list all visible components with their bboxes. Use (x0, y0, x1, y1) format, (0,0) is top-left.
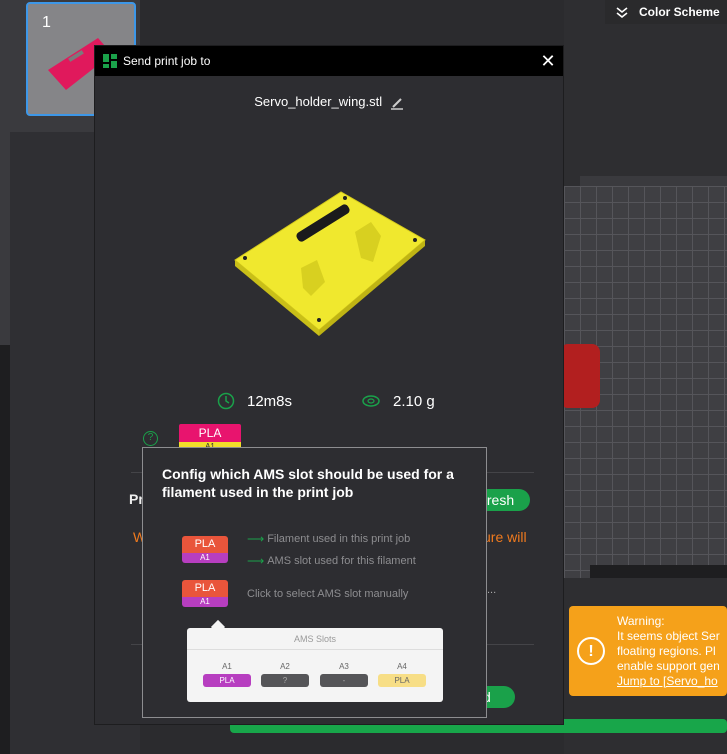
refresh-label: fresh (483, 492, 515, 508)
filament-tag-type: PLA (198, 426, 222, 440)
ams-slot-a3[interactable]: A3 - (320, 662, 368, 687)
more-dots: ... (487, 584, 497, 596)
edit-pencil-icon[interactable] (390, 96, 404, 110)
color-scheme-bar[interactable]: Color Scheme (605, 0, 727, 24)
print-time-value: 12m8s (247, 392, 293, 410)
clock-icon (217, 392, 235, 410)
left-gutter-lower (0, 345, 10, 754)
filament-weight: 2.10 g (361, 392, 435, 410)
warning-title: Warning: (617, 614, 665, 628)
legend-filament: ⟶ Filament used in this print job (247, 532, 410, 546)
filament-badge-manual: PLA A1 (182, 580, 228, 607)
badge-slot: A1 (182, 597, 228, 607)
slot-value: PLA (378, 674, 426, 687)
badge-slot: A1 (182, 553, 228, 563)
model-preview (234, 191, 426, 336)
filament-badge: PLA A1 (182, 536, 228, 563)
ams-slot-a2[interactable]: A2 ? (261, 662, 309, 687)
popover-title: Config which AMS slot should be used for… (162, 466, 454, 500)
badge-type: PLA (182, 536, 228, 553)
ams-slot-a4[interactable]: A4 PLA (378, 662, 426, 687)
ams-slots-header: AMS Slots (187, 628, 443, 650)
close-button[interactable]: ✕ (537, 50, 559, 72)
slot-id: A2 (280, 662, 290, 671)
arrow-right-icon: ⟶ (247, 554, 265, 568)
warning-text-right: ure will (483, 529, 527, 545)
dialog-title: Send print job to (123, 54, 211, 68)
ams-slots-panel: AMS Slots A1 PLA A2 ? A3 - A4 PLA (187, 619, 443, 702)
slot-value: ? (261, 674, 309, 687)
slot-id: A3 (339, 662, 349, 671)
double-chevron-down-icon (616, 7, 628, 19)
ams-help-popover: Config which AMS slot should be used for… (142, 447, 487, 718)
dialog-titlebar: Send print job to (95, 46, 563, 76)
warning-line-1: It seems object Ser (617, 629, 720, 643)
slot-id: A1 (222, 662, 232, 671)
warning-line-2: floating regions. Pl (617, 644, 716, 658)
arrow-right-icon: ⟶ (247, 532, 265, 546)
legend-filament-text: Filament used in this print job (267, 533, 411, 545)
warning-line-3: enable support gen (617, 659, 720, 673)
ams-slot-a1[interactable]: A1 PLA (203, 662, 251, 687)
badge-type: PLA (182, 580, 228, 597)
warning-notification: ! Warning: It seems object Ser floating … (569, 606, 727, 696)
slot-value: - (320, 674, 368, 687)
color-scheme-label: Color Scheme (639, 5, 720, 19)
plate-toolbar (590, 565, 727, 578)
help-icon[interactable]: ? (143, 431, 158, 446)
print-time: 12m8s (217, 392, 292, 410)
slot-id: A4 (397, 662, 407, 671)
filament-weight-value: 2.10 g (393, 392, 435, 410)
legend-slot-text: AMS slot used for this filament (267, 555, 416, 567)
filament-spool-icon (362, 395, 380, 407)
warning-icon: ! (577, 637, 605, 665)
slot-value: PLA (203, 674, 251, 687)
filename-row: Servo_holder_wing.stl (95, 94, 563, 110)
manual-select-text: Click to select AMS slot manually (247, 588, 409, 600)
object-on-plate[interactable] (560, 344, 600, 408)
legend-slot: ⟶ AMS slot used for this filament (247, 554, 416, 568)
warning-jump-link[interactable]: Jump to [Servo_ho (617, 674, 727, 689)
filename: Servo_holder_wing.stl (254, 94, 383, 109)
bambu-logo-icon (103, 54, 117, 68)
